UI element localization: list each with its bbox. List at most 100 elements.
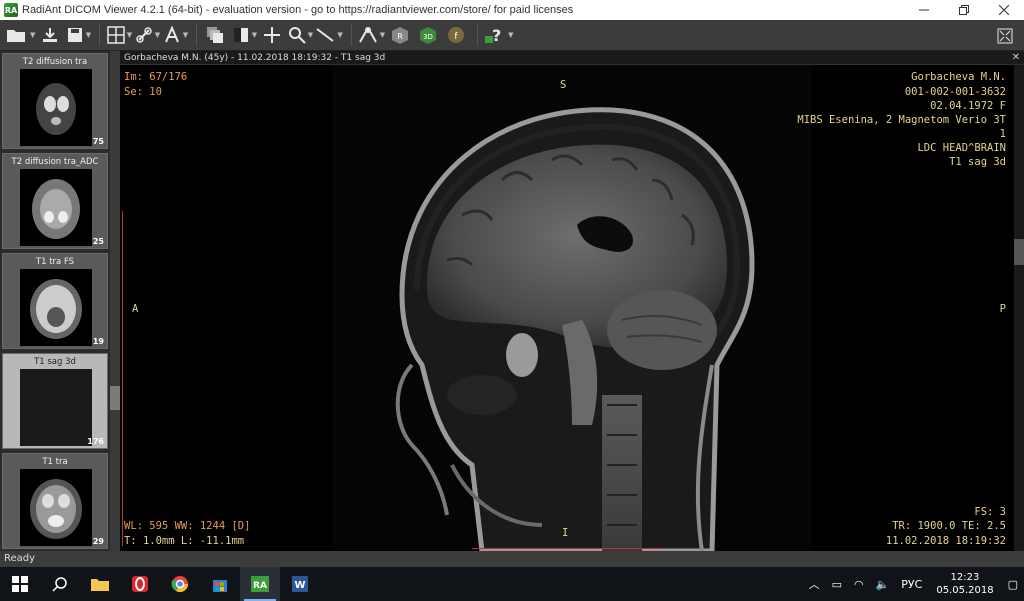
svg-text:RA: RA: [253, 581, 267, 591]
chevron-down-icon: ▼: [251, 31, 258, 39]
chevron-down-icon: ▼: [508, 31, 514, 39]
3d-button[interactable]: 3D: [415, 22, 441, 48]
thumbnail-scrollbar-thumb[interactable]: [110, 386, 120, 410]
folder-icon: [91, 579, 109, 591]
fullscreen-button[interactable]: [992, 23, 1018, 49]
thumbnail-image: [20, 369, 92, 446]
fusion-button[interactable]: f: [443, 22, 469, 48]
thumbnail-series[interactable]: T1 tra FS 19: [2, 253, 108, 349]
thumbnail-image-count: 29: [92, 537, 104, 546]
chevron-down-icon: ▼: [307, 31, 314, 39]
patient-birth-sex: 02.04.1972 F: [930, 100, 1006, 112]
series-description: T1 sag 3d: [949, 156, 1006, 168]
search-button[interactable]: [40, 567, 80, 601]
taskbar-file-explorer[interactable]: [80, 567, 120, 601]
magnifier-icon: [288, 27, 306, 44]
orientation-top: S: [560, 79, 567, 91]
ruler-icon: [316, 28, 334, 42]
thumbnail-series[interactable]: T2 diffusion tra 75: [2, 53, 108, 149]
battery-icon[interactable]: ▭: [832, 578, 842, 591]
volume-icon[interactable]: 🔈: [876, 578, 890, 591]
thumbnail-image-count: 25: [92, 237, 104, 246]
image-viewport[interactable]: Gorbacheva M.N. (45y) - 11.02.2018 18:19…: [120, 51, 1024, 551]
close-button[interactable]: [984, 0, 1024, 20]
thumbnail-image-count: 75: [92, 137, 104, 146]
taskbar-radiant[interactable]: RA: [240, 567, 280, 601]
thumbnail-scrollbar[interactable]: [110, 51, 120, 551]
viewport-scrollbar-thumb[interactable]: [1014, 239, 1024, 265]
orientation-right: P: [999, 303, 1006, 315]
toolbar-divider: [477, 24, 479, 46]
thumbnail-label: T1 tra: [42, 457, 68, 467]
thumbnail-series[interactable]: T1 tra 29: [2, 453, 108, 549]
acquisition-datetime: 11.02.2018 18:19:32: [885, 535, 1006, 547]
link-button[interactable]: ▼: [134, 22, 160, 48]
word-icon: W: [292, 576, 308, 592]
start-button[interactable]: [0, 567, 40, 601]
folder-open-icon: [7, 30, 25, 42]
mri-sagittal-image[interactable]: [332, 65, 812, 551]
chrome-browser-icon: [171, 576, 189, 593]
reference-lines-button[interactable]: ▼: [358, 22, 385, 48]
opera-browser-icon: [132, 576, 148, 592]
text-a-icon: [164, 26, 179, 43]
chevron-down-icon: ▼: [182, 31, 189, 39]
store-bag-icon: [213, 580, 227, 592]
series-number: Se: 10: [124, 86, 162, 98]
chevron-down-icon: ▼: [154, 31, 161, 39]
taskbar-opera[interactable]: [120, 567, 160, 601]
chevron-up-icon[interactable]: ︿: [809, 576, 820, 592]
thumbnail-image-count: 176: [87, 437, 104, 446]
orientation-bottom: I: [562, 527, 569, 539]
download-icon: [43, 28, 58, 42]
annotation-text-button[interactable]: ▼: [162, 22, 188, 48]
taskbar-store[interactable]: [200, 567, 240, 601]
clock[interactable]: 12:23 05.05.2018: [936, 571, 993, 597]
thumbnail-series[interactable]: T2 diffusion tra_ADC 25: [2, 153, 108, 249]
thumbnail-image: [20, 69, 92, 146]
notifications-icon[interactable]: ▢: [1008, 578, 1018, 591]
link-icon: [135, 27, 152, 43]
restore-button[interactable]: [944, 0, 984, 20]
series-thumbnail-panel: T2 diffusion tra 75 T2 diffusion tra_ADC…: [0, 51, 120, 551]
taskbar-chrome[interactable]: [160, 567, 200, 601]
viewport-scrollbar[interactable]: [1014, 65, 1024, 551]
move-icon: [264, 27, 281, 43]
minimize-icon: [919, 9, 929, 11]
import-button[interactable]: [37, 22, 63, 48]
thickness-location: T: 1.0mm L: -11.1mm: [124, 535, 245, 547]
viewport-close-button[interactable]: ✕: [1012, 51, 1020, 65]
fullscreen-icon: [997, 28, 1013, 44]
language-indicator[interactable]: РУС: [901, 578, 922, 591]
clock-time: 12:23: [950, 572, 980, 583]
open-button[interactable]: ▼: [6, 22, 35, 48]
thumbnail-label: T1 sag 3d: [34, 357, 76, 367]
series-stack-button[interactable]: [203, 22, 229, 48]
system-tray: ︿ ▭ ◠ 🔈 РУС 12:23 05.05.2018 ▢: [803, 567, 1024, 601]
pan-button[interactable]: [259, 22, 285, 48]
toolbar-divider: [196, 24, 198, 46]
thumbnail-series-selected[interactable]: T1 sag 3d 176: [2, 353, 108, 449]
layout-button[interactable]: ▼: [106, 22, 132, 48]
window-title: RadiAnt DICOM Viewer 4.2.1 (64-bit) - ev…: [22, 4, 574, 16]
taskbar-word[interactable]: W: [280, 567, 320, 601]
save-button[interactable]: ▼: [65, 22, 91, 48]
wifi-icon[interactable]: ◠: [854, 578, 864, 591]
vertical-scale-ruler: [122, 211, 126, 546]
fusion-icon: f: [448, 27, 465, 43]
minimize-button[interactable]: [904, 0, 944, 20]
chevron-down-icon: ▼: [85, 31, 92, 39]
window-level-button[interactable]: ▼: [231, 22, 257, 48]
toolbar-divider: [99, 24, 101, 46]
status-text: Ready: [4, 553, 36, 564]
help-icon: ?: [485, 26, 501, 44]
reference-lines-icon: [358, 27, 377, 43]
mpr-cube-icon: R: [392, 27, 409, 44]
measure-button[interactable]: ▼: [315, 22, 343, 48]
thumbnail-image: [20, 169, 92, 246]
zoom-button[interactable]: ▼: [287, 22, 313, 48]
mpr-button[interactable]: R: [387, 22, 413, 48]
help-button[interactable]: ? ▼: [484, 22, 514, 48]
mri-brain-image: [395, 107, 755, 551]
grid-layout-icon: [106, 26, 125, 44]
